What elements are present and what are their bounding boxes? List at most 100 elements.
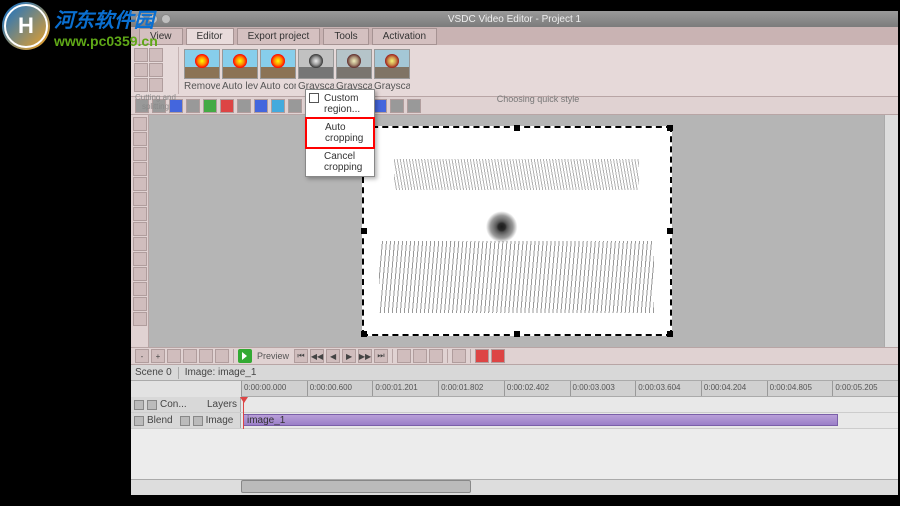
tool-icon[interactable] (271, 99, 285, 113)
watermark: H 河东软件园 www.pc0359.cn (2, 2, 158, 50)
zoom-fit-icon[interactable] (167, 349, 181, 363)
scrollbar-thumb[interactable] (241, 480, 471, 493)
video-icon[interactable] (133, 222, 147, 236)
resize-handle[interactable] (361, 228, 367, 234)
maximize-icon[interactable] (161, 14, 171, 24)
shape-icon[interactable] (133, 147, 147, 161)
zoom-in-icon[interactable]: + (151, 349, 165, 363)
resize-handle[interactable] (514, 125, 520, 131)
resize-handle[interactable] (514, 331, 520, 337)
audio-icon[interactable] (133, 237, 147, 251)
track[interactable] (241, 397, 898, 412)
style-label: Grayscale 50% (374, 81, 410, 92)
resize-handle[interactable] (667, 331, 673, 337)
resize-handle[interactable] (667, 228, 673, 234)
marker-icon[interactable] (413, 349, 427, 363)
ribbon-styles-group: Remove all Auto levels Auto contrast Gra… (180, 47, 896, 94)
style-label: Remove all (184, 81, 220, 92)
style-auto-contrast[interactable] (260, 49, 296, 79)
tab-export[interactable]: Export project (237, 28, 321, 45)
tool-icon[interactable] (215, 349, 229, 363)
tool-icon[interactable] (203, 99, 217, 113)
separator (447, 349, 448, 363)
rotate-icon[interactable] (149, 63, 163, 77)
tool-icon[interactable] (186, 99, 200, 113)
app-window: VSDC Video Editor - Project 1 View Edito… (130, 10, 899, 496)
lock-icon[interactable] (193, 416, 203, 426)
timeline-clip[interactable]: image_1 (243, 414, 838, 426)
image-icon[interactable] (133, 207, 147, 221)
track[interactable]: image_1 (241, 413, 898, 428)
tool-icon[interactable] (237, 99, 251, 113)
zoom-out-icon[interactable]: - (135, 349, 149, 363)
canvas[interactable] (362, 126, 672, 336)
stop-icon[interactable] (491, 349, 505, 363)
prev-frame-icon[interactable]: ⏮ (294, 349, 308, 363)
style-grayscale-50[interactable] (374, 49, 410, 79)
transport-bar: - + Preview ⏮ ◀◀ ◀ ▶ ▶▶ ⏭ (131, 347, 898, 365)
forward-icon[interactable]: ▶▶ (358, 349, 372, 363)
tab-activation[interactable]: Activation (372, 28, 437, 45)
playhead[interactable] (243, 397, 244, 429)
tool-icon[interactable] (390, 99, 404, 113)
row-header[interactable]: Con... Layers (131, 397, 241, 412)
step-back-icon[interactable]: ◀ (326, 349, 340, 363)
app-title: VSDC Video Editor - Project 1 (448, 14, 581, 25)
effect-icon[interactable] (133, 267, 147, 281)
row-header[interactable]: Blend Image (131, 413, 241, 428)
ellipse-icon[interactable] (133, 192, 147, 206)
tool-icon[interactable] (288, 99, 302, 113)
separator (470, 349, 471, 363)
dropdown-auto-cropping[interactable]: Auto cropping (305, 117, 375, 149)
scene-label: Scene 0 (135, 367, 172, 378)
counter-icon[interactable] (133, 297, 147, 311)
line-icon[interactable] (133, 162, 147, 176)
style-auto-levels[interactable] (222, 49, 258, 79)
style-grayscale[interactable] (298, 49, 334, 79)
tool-icon[interactable] (452, 349, 466, 363)
crop-icon[interactable] (134, 48, 148, 62)
cut-icon[interactable] (149, 48, 163, 62)
tick: 0:00:04.805 (767, 381, 833, 396)
tool-icon[interactable] (254, 99, 268, 113)
horizontal-scrollbar[interactable] (131, 479, 898, 493)
split-icon[interactable] (134, 63, 148, 77)
timeline-ruler[interactable]: 0:00:00.000 0:00:00.600 0:00:01.201 0:00… (241, 381, 898, 397)
dropdown-cancel-cropping[interactable]: Cancel cropping (306, 148, 374, 176)
expand-icon[interactable] (134, 400, 144, 410)
chart-icon[interactable] (133, 252, 147, 266)
resize-icon[interactable] (149, 78, 163, 92)
text-icon[interactable] (133, 132, 147, 146)
marker-icon[interactable] (429, 349, 443, 363)
scene-header: Scene 0 Image: image_1 (131, 365, 898, 381)
rewind-icon[interactable]: ◀◀ (310, 349, 324, 363)
expand-icon[interactable] (134, 416, 144, 426)
tool-icon[interactable] (373, 99, 387, 113)
tab-tools[interactable]: Tools (323, 28, 368, 45)
flip-icon[interactable] (134, 78, 148, 92)
style-grayscale-80[interactable] (336, 49, 372, 79)
canvas-image[interactable] (364, 128, 670, 334)
animation-icon[interactable] (133, 312, 147, 326)
tool-icon[interactable] (183, 349, 197, 363)
visibility-icon[interactable] (147, 400, 157, 410)
step-fwd-icon[interactable]: ▶ (342, 349, 356, 363)
resize-handle[interactable] (361, 331, 367, 337)
play-button[interactable] (238, 349, 252, 363)
vertical-scrollbar[interactable] (884, 115, 898, 347)
next-frame-icon[interactable]: ⏭ (374, 349, 388, 363)
record-icon[interactable] (475, 349, 489, 363)
select-icon[interactable] (133, 117, 147, 131)
marker-icon[interactable] (397, 349, 411, 363)
rect-icon[interactable] (133, 177, 147, 191)
visibility-icon[interactable] (180, 416, 190, 426)
resize-handle[interactable] (667, 125, 673, 131)
style-remove-all[interactable] (184, 49, 220, 79)
tool-icon[interactable] (407, 99, 421, 113)
tool-icon[interactable] (220, 99, 234, 113)
dropdown-custom-region[interactable]: Custom region... (306, 90, 374, 118)
timeline-row: Blend Image image_1 (131, 413, 898, 429)
tool-icon[interactable] (199, 349, 213, 363)
sprite-icon[interactable] (133, 282, 147, 296)
tab-editor[interactable]: Editor (186, 28, 234, 45)
